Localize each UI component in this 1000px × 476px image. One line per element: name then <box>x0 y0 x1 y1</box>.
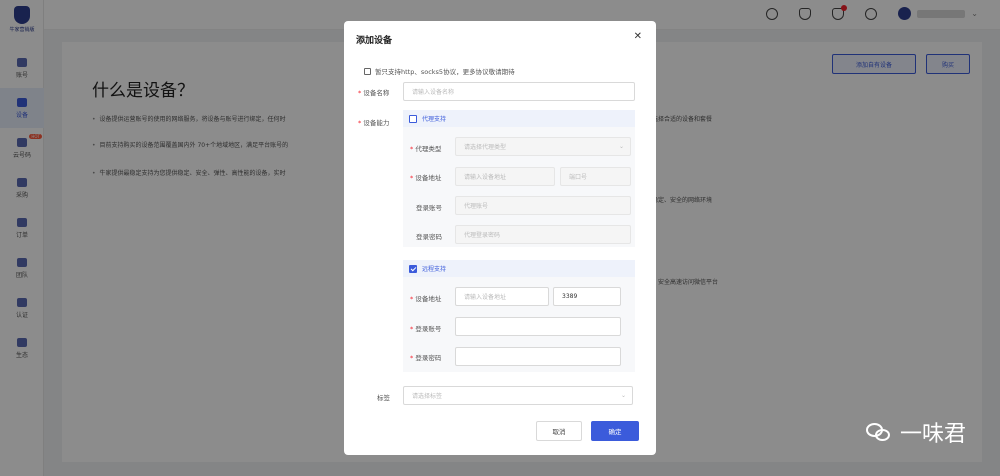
remote-checkbox[interactable]: 远程支持 <box>403 260 635 277</box>
close-icon[interactable]: ✕ <box>634 31 642 42</box>
proxy-type-select[interactable]: 请选择代理类型 ⌄ <box>455 137 631 156</box>
remote-checkbox-box[interactable] <box>409 264 417 273</box>
remote-port-input[interactable]: 3389 <box>553 287 621 306</box>
watermark: 一味君 <box>865 416 966 448</box>
proxy-address-input[interactable]: 请输入设备地址 <box>455 167 555 186</box>
proxy-type-label: 代理类型 <box>410 143 441 153</box>
proxy-password-label: 登录密码 <box>416 233 442 241</box>
cancel-button[interactable]: 取消 <box>536 421 582 441</box>
watermark-text: 一味君 <box>899 422 966 447</box>
proxy-address-label: 设备地址 <box>410 172 441 182</box>
remote-address-input[interactable]: 请输入设备地址 <box>455 287 549 306</box>
ok-button[interactable]: 确定 <box>591 421 639 441</box>
remote-account-label: 登录账号 <box>410 323 441 333</box>
remote-address-label: 设备地址 <box>410 293 441 303</box>
proxy-type-placeholder: 请选择代理类型 <box>464 144 507 151</box>
proxy-checkbox-label: 代理支持 <box>422 116 447 123</box>
device-name-input[interactable]: 请输入设备名称 <box>403 82 635 101</box>
notice-text: 暂只支持http、socks5协议，更多协议敬请期待 <box>375 68 515 76</box>
proxy-checkbox-box[interactable] <box>409 114 417 123</box>
proxy-account-label: 登录账号 <box>416 204 442 212</box>
remote-account-input[interactable] <box>455 317 621 336</box>
proxy-checkbox[interactable]: 代理支持 <box>403 110 635 127</box>
wechat-icon <box>865 421 892 443</box>
chevron-down-icon: ⌄ <box>620 392 626 399</box>
remote-password-input[interactable] <box>455 347 621 366</box>
protocol-notice: 暂只支持http、socks5协议，更多协议敬请期待 <box>364 66 515 76</box>
tag-placeholder: 请选择标签 <box>412 393 443 400</box>
chevron-down-icon: ⌄ <box>618 143 624 150</box>
add-device-dialog: 添加设备 ✕ 暂只支持http、socks5协议，更多协议敬请期待 设备名称 请… <box>344 21 656 455</box>
tag-select[interactable]: 请选择标签 ⌄ <box>403 386 633 405</box>
capability-label: 设备能力 <box>358 117 389 127</box>
remote-password-label: 登录密码 <box>410 352 441 362</box>
proxy-password-input[interactable]: 代理登录密码 <box>455 225 631 244</box>
dialog-title: 添加设备 <box>356 36 393 46</box>
device-name-label: 设备名称 <box>358 87 389 97</box>
remote-checkbox-label: 远程支持 <box>422 266 447 273</box>
proxy-port-input[interactable]: 端口号 <box>560 167 631 186</box>
tag-label: 标签 <box>377 394 390 402</box>
proxy-account-input[interactable]: 代理账号 <box>455 196 631 215</box>
speaker-icon <box>364 67 371 75</box>
